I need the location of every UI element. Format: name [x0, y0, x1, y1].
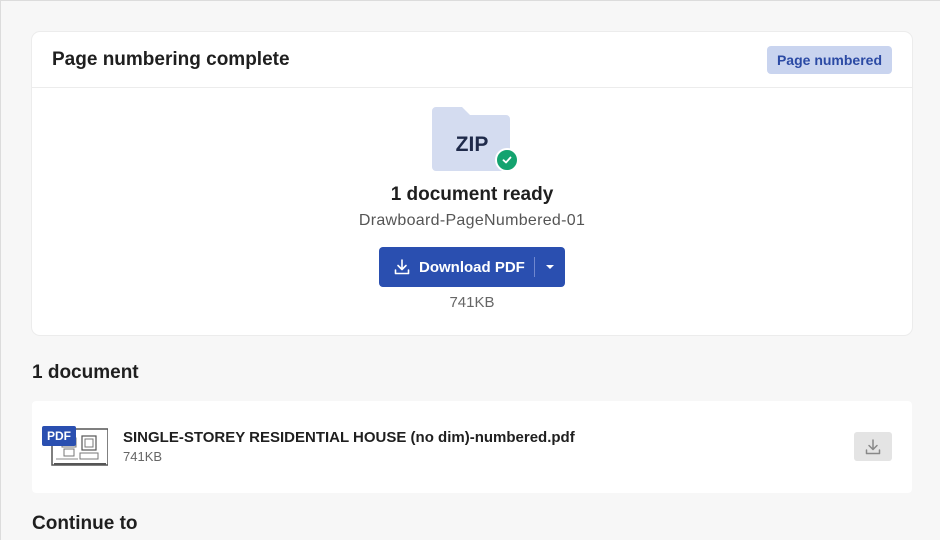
chevron-down-icon — [546, 265, 554, 269]
output-filename: Drawboard-PageNumbered-01 — [358, 212, 586, 229]
result-card: Page numbering complete Page numbered ZI… — [32, 32, 912, 335]
document-download-button[interactable] — [854, 432, 892, 461]
download-icon — [394, 259, 410, 275]
document-name: SINGLE-STOREY RESIDENTIAL HOUSE (no dim)… — [123, 429, 575, 446]
status-badge: Page numbered — [766, 45, 892, 74]
documents-heading: 1 document — [32, 362, 139, 383]
check-icon — [495, 148, 519, 172]
download-pdf-split-button: Download PDF — [379, 247, 565, 287]
page-title: Page numbering complete — [52, 48, 290, 70]
app-frame: Page numbering complete Page numbered ZI… — [0, 0, 940, 540]
download-options-toggle[interactable] — [535, 247, 565, 287]
result-card-header: Page numbering complete Page numbered — [32, 32, 912, 88]
pdf-type-tag: PDF — [42, 426, 76, 446]
list-item: PDF SINGLE-STOREY RESIDENTIAL HOUSE (no … — [32, 401, 912, 493]
download-pdf-label: Download PDF — [419, 258, 525, 276]
zip-archive: ZIP — [432, 107, 522, 177]
ready-text: 1 document ready — [390, 184, 554, 205]
continue-heading: Continue to — [32, 513, 138, 534]
download-icon — [865, 438, 881, 454]
download-size: 741KB — [449, 294, 495, 311]
document-size: 741KB — [123, 449, 163, 464]
download-pdf-button[interactable]: Download PDF — [379, 247, 534, 287]
result-card-body: ZIP 1 document ready Drawboard-PageNumbe… — [32, 88, 912, 334]
